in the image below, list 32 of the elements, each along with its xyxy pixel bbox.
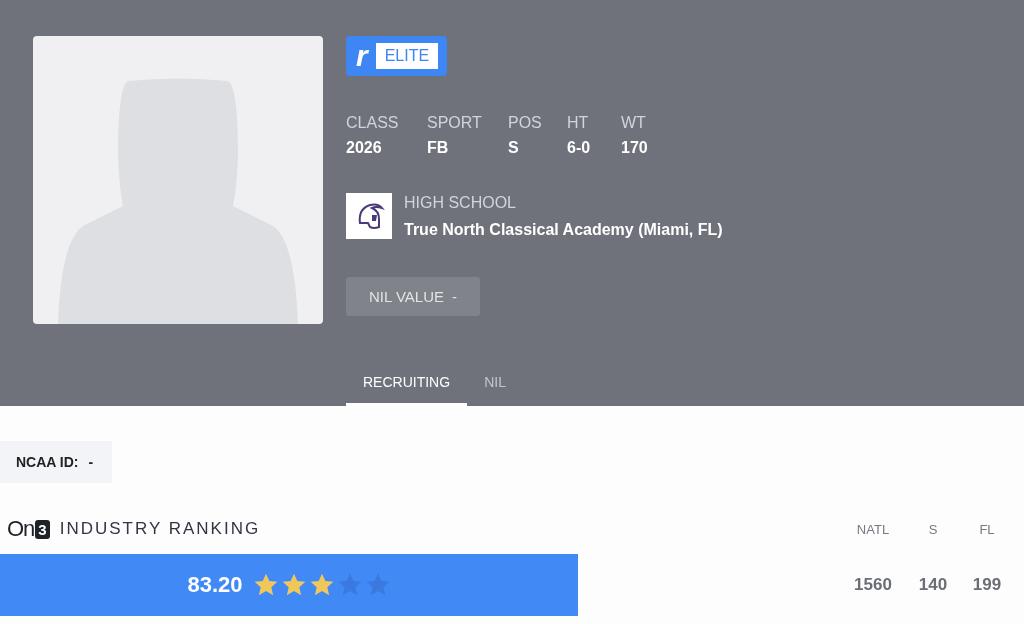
rank-value: 140 [917, 575, 949, 595]
rating-score: 83.20 [187, 572, 243, 598]
logo-letter: r [356, 42, 368, 70]
rank-value: 199 [971, 575, 1003, 595]
brand-digit: 3 [35, 519, 50, 539]
column-header: S [927, 521, 939, 537]
stat-value: 6-0 [567, 139, 592, 157]
badge-label: ELITE [375, 43, 439, 69]
column-header: FL [978, 521, 996, 537]
stat-label: POS [508, 114, 543, 132]
school-label: HIGH SCHOOL [404, 193, 517, 212]
star-icon [308, 572, 335, 598]
stat-value: 170 [621, 139, 648, 157]
tab[interactable]: NIL [467, 366, 523, 406]
tab[interactable]: RECRUITING [346, 366, 468, 406]
brand-logo: On [7, 516, 35, 542]
ranking-title: INDUSTRY RANKING [59, 519, 261, 539]
ncaa-id-chip: NCAA ID: - [0, 441, 112, 483]
star-icon [252, 572, 279, 598]
nil-value-button[interactable]: NIL VALUE - [346, 277, 481, 316]
helmet-icon [346, 193, 392, 239]
stat-value: FB [427, 139, 450, 157]
column-header: NATL [855, 521, 891, 537]
stat-label: SPORT [427, 114, 483, 132]
star-icon [280, 572, 307, 598]
stat-value: S [508, 139, 520, 157]
stat-label: HT [567, 114, 590, 132]
stat-value: 2026 [346, 139, 383, 157]
rank-value: 1560 [853, 575, 893, 595]
school-name: True North Classical Academy (Miami, FL) [404, 220, 723, 239]
stat-label: CLASS [346, 114, 400, 132]
stat-label: WT [621, 114, 647, 132]
